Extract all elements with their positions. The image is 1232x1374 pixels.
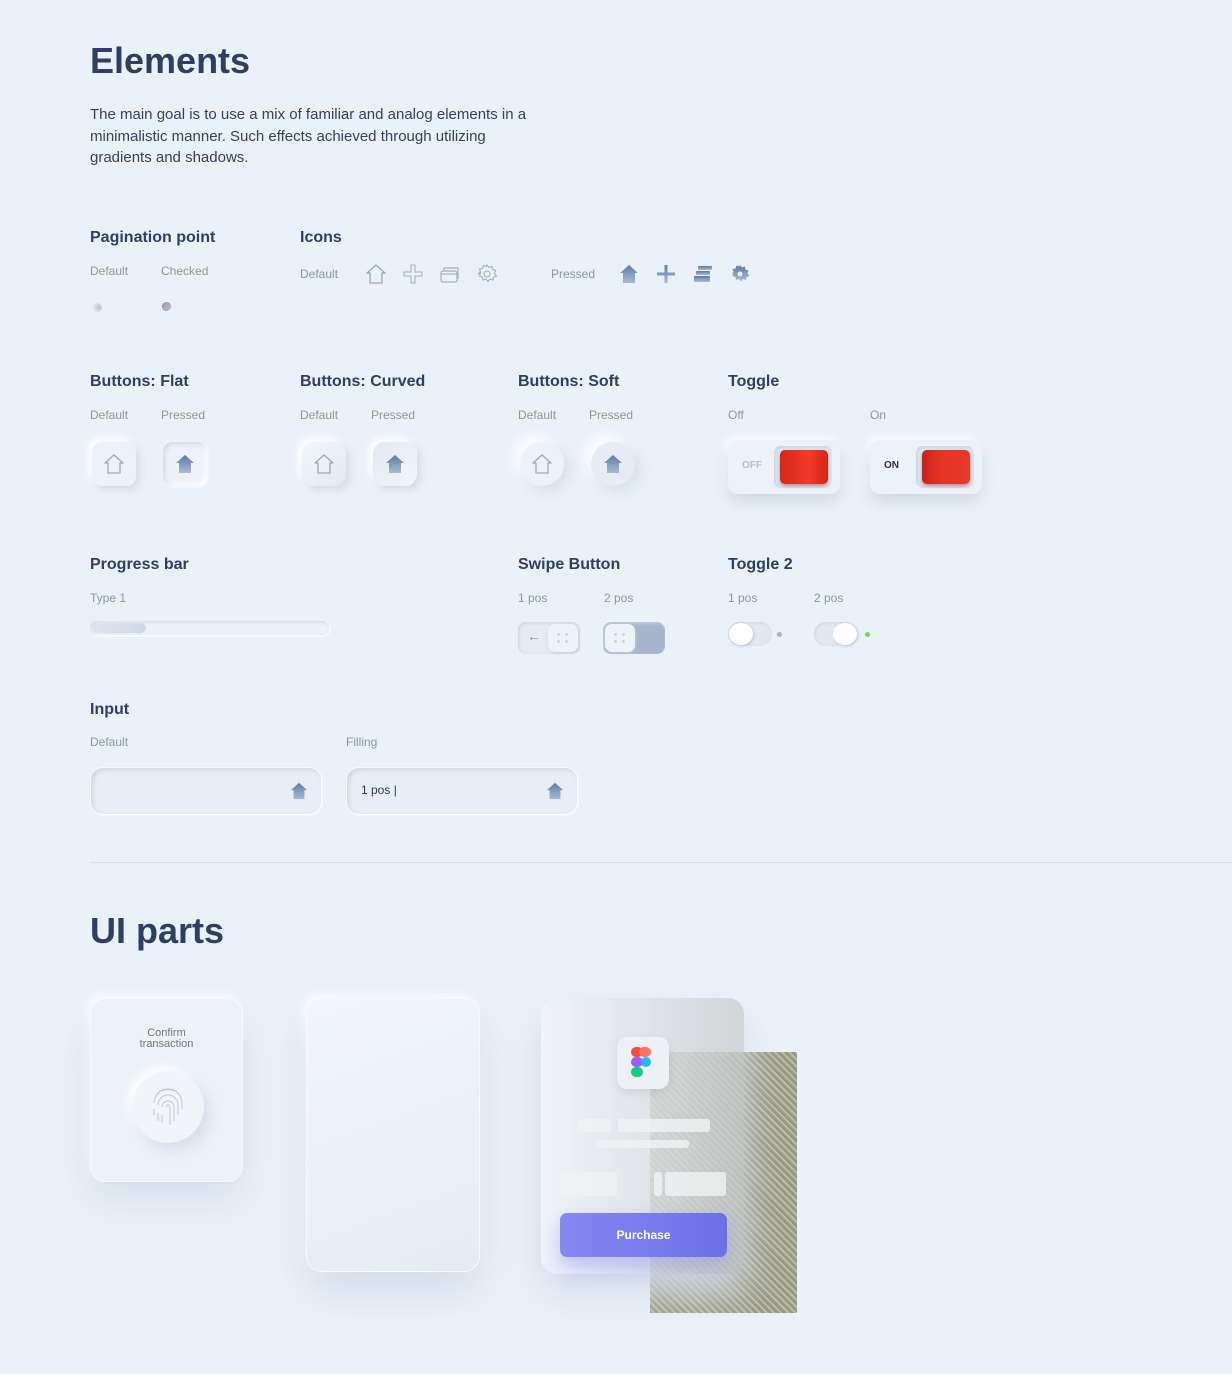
buttons-soft-pressed-label: Pressed: [589, 408, 634, 422]
fingerprint-icon: [153, 1088, 183, 1125]
home-icon: [103, 453, 125, 475]
fingerprint-button[interactable]: [132, 1071, 204, 1143]
status-dot-off: [777, 632, 782, 637]
purchase-button[interactable]: Purchase: [560, 1213, 727, 1257]
confirm-text: Confirm transaction: [139, 1027, 194, 1050]
swipe-title: Swipe Button: [518, 556, 621, 573]
cards-icon-pressed[interactable]: [692, 263, 714, 285]
buttons-curved-title: Buttons: Curved: [300, 373, 426, 390]
pagination-checked-label: Checked: [161, 264, 209, 278]
input-default[interactable]: [91, 768, 321, 814]
confirm-transaction-card: Confirm transaction: [90, 998, 243, 1182]
plus-icon-pressed[interactable]: [655, 263, 677, 285]
toggle-on-label: On: [870, 408, 887, 422]
progress-bar: [90, 621, 329, 635]
buttons-flat-pressed-label: Pressed: [161, 408, 206, 422]
swipe-button-pos1[interactable]: ←: [518, 622, 580, 654]
elements-description: The main goal is to use a mix of familia…: [90, 106, 527, 166]
plus-icon[interactable]: [402, 263, 424, 285]
home-icon[interactable]: [289, 781, 309, 801]
rocker-toggle-on[interactable]: ON: [870, 440, 982, 494]
toggle2-pos1[interactable]: [728, 622, 772, 646]
buttons-curved-default-label: Default: [300, 408, 339, 422]
buttons-flat-default-label: Default: [90, 408, 129, 422]
swipe-knob[interactable]: [605, 624, 635, 652]
swipe-pos1-label: 1 pos: [518, 591, 548, 605]
toggle-off-text: OFF: [742, 460, 762, 471]
toggle2-pos1-label: 1 pos: [728, 591, 758, 605]
rocker-switch: [916, 446, 974, 488]
progress-fill: [92, 623, 147, 633]
toggle-on-text: ON: [884, 460, 899, 471]
buttons-soft-default-label: Default: [518, 408, 557, 422]
home-icon: [384, 453, 406, 475]
toggle-off-label: Off: [728, 408, 744, 422]
flat-button-default[interactable]: [92, 442, 136, 486]
buttons-soft-title: Buttons: Soft: [518, 373, 620, 390]
progress-type-label: Type 1: [90, 591, 127, 605]
ui-parts-title: UI parts: [90, 910, 225, 951]
input-value: 1 pos |: [361, 783, 397, 797]
toggle-title: Toggle: [728, 373, 780, 390]
home-icon: [313, 453, 335, 475]
figma-icon: [631, 1047, 651, 1077]
gear-icon-pressed[interactable]: [729, 263, 751, 285]
swipe-pos2-label: 2 pos: [604, 591, 634, 605]
soft-button-pressed[interactable]: [591, 442, 635, 486]
toggle2-title: Toggle 2: [728, 556, 793, 573]
arrow-left-icon: ←: [527, 628, 541, 644]
soft-button-default[interactable]: [520, 442, 564, 486]
rocker-toggle-off[interactable]: OFF: [728, 440, 840, 494]
icons-pressed-label: Pressed: [551, 267, 596, 281]
home-icon[interactable]: [365, 263, 387, 285]
buttons-curved-pressed-label: Pressed: [371, 408, 416, 422]
input-title: Input: [90, 701, 130, 718]
input-default-label: Default: [90, 735, 129, 749]
input-filling[interactable]: 1 pos |: [347, 768, 577, 814]
progress-title: Progress bar: [90, 556, 189, 573]
swipe-button-pos2[interactable]: [603, 622, 665, 654]
blank-card: [306, 998, 480, 1272]
toggle2-pos2[interactable]: [814, 622, 858, 646]
curved-button-default[interactable]: [302, 442, 346, 486]
home-icon: [531, 453, 553, 475]
figma-logo: [617, 1037, 669, 1089]
pagination-dot-checked[interactable]: [162, 302, 171, 311]
flat-button-pressed[interactable]: [163, 442, 207, 486]
home-icon: [174, 453, 196, 475]
buttons-flat-title: Buttons: Flat: [90, 373, 189, 390]
toggle2-pos2-label: 2 pos: [814, 591, 844, 605]
cards-icon[interactable]: [439, 263, 461, 285]
elements-title: Elements: [90, 40, 251, 81]
curved-button-pressed[interactable]: [373, 442, 417, 486]
pagination-title: Pagination point: [90, 229, 216, 246]
divider: [90, 862, 1232, 863]
input-filling-label: Filling: [346, 735, 378, 749]
home-icon[interactable]: [545, 781, 565, 801]
rocker-switch: [774, 446, 832, 488]
pagination-dot-default[interactable]: [93, 303, 102, 312]
status-dot-on: [865, 632, 870, 637]
swipe-knob[interactable]: [548, 624, 578, 652]
home-icon-pressed[interactable]: [618, 263, 640, 285]
home-icon: [602, 453, 624, 475]
gear-icon[interactable]: [476, 263, 498, 285]
icons-default-label: Default: [300, 267, 339, 281]
pagination-default-label: Default: [90, 264, 129, 278]
icons-title: Icons: [300, 229, 342, 246]
